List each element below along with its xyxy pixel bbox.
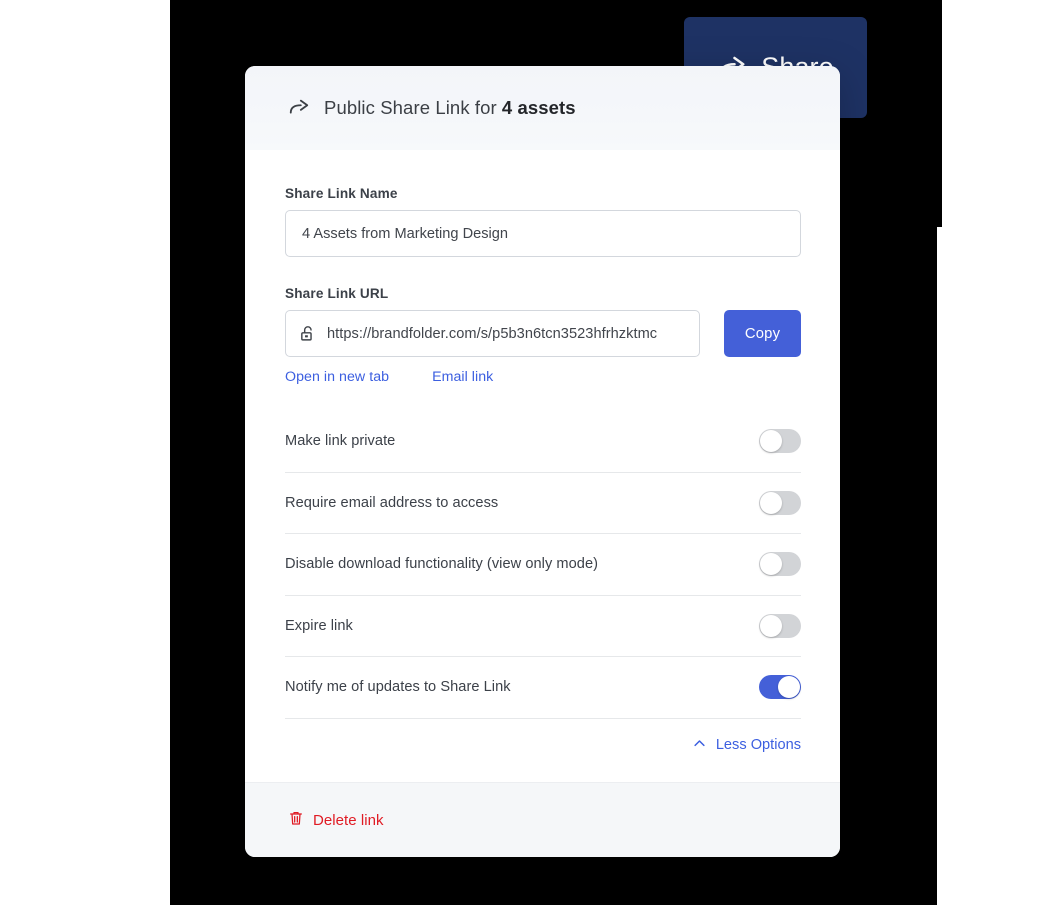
chevron-up-icon bbox=[692, 736, 707, 755]
toggle-label-notify-updates: Notify me of updates to Share Link bbox=[285, 679, 511, 696]
share-link-dialog: Public Share Link for 4 assets Share Link… bbox=[245, 66, 840, 857]
toggle-label-disable-download: Disable download functionality (view onl… bbox=[285, 556, 599, 573]
toggle-label-make-link-private: Make link private bbox=[285, 433, 396, 450]
dialog-title-prefix: Public Share Link for bbox=[324, 97, 497, 118]
share-link-url-label: Share Link URL bbox=[285, 286, 389, 301]
share-link-url-field-group: Share Link URL https://brandfolder.com/s… bbox=[285, 286, 801, 385]
toggle-row-notify-updates: Notify me of updates to Share Link bbox=[285, 657, 801, 719]
dialog-footer: Delete link bbox=[245, 782, 840, 857]
dialog-header: Public Share Link for 4 assets bbox=[245, 66, 840, 150]
toggle-row-expire-link: Expire link bbox=[285, 596, 801, 657]
toggle-knob bbox=[760, 430, 782, 453]
inline-links: Open in new tab Email link bbox=[285, 369, 801, 385]
toggle-notify-updates[interactable] bbox=[759, 675, 801, 700]
less-options-row: Less Options bbox=[285, 719, 801, 755]
share-link-url-row: https://brandfolder.com/s/p5b3n6tcn3523h… bbox=[285, 310, 801, 357]
email-link[interactable]: Email link bbox=[432, 369, 493, 385]
toggle-require-email[interactable] bbox=[759, 490, 801, 515]
delete-link-label: Delete link bbox=[313, 811, 384, 829]
toggle-label-require-email: Require email address to access bbox=[285, 494, 499, 511]
dialog-title: Public Share Link for 4 assets bbox=[324, 97, 576, 119]
share-link-name-label: Share Link Name bbox=[285, 186, 398, 201]
toggle-make-link-private[interactable] bbox=[759, 429, 801, 454]
toggle-disable-download[interactable] bbox=[759, 552, 801, 577]
dialog-body: Share Link Name 4 Assets from Marketing … bbox=[245, 150, 840, 782]
share-link-name-input[interactable]: 4 Assets from Marketing Design bbox=[285, 210, 801, 257]
delete-link-button[interactable]: Delete link bbox=[288, 810, 384, 830]
dialog-title-asset-count: 4 assets bbox=[501, 97, 576, 118]
share-link-name-field-group: Share Link Name 4 Assets from Marketing … bbox=[285, 186, 801, 257]
toggle-expire-link[interactable] bbox=[759, 613, 801, 638]
less-options-button[interactable]: Less Options bbox=[692, 736, 801, 755]
toggle-row-disable-download: Disable download functionality (view onl… bbox=[285, 534, 801, 596]
unlocked-padlock-icon bbox=[299, 325, 316, 342]
trash-icon bbox=[288, 810, 304, 830]
toggle-knob bbox=[760, 491, 782, 514]
toggle-knob bbox=[778, 676, 800, 699]
toggle-row-require-email: Require email address to access bbox=[285, 473, 801, 534]
share-link-url-value: https://brandfolder.com/s/p5b3n6tcn3523h… bbox=[327, 325, 658, 342]
share-arrow-icon bbox=[288, 97, 310, 119]
share-link-url-input[interactable]: https://brandfolder.com/s/p5b3n6tcn3523h… bbox=[285, 310, 700, 357]
toggle-label-expire-link: Expire link bbox=[285, 617, 353, 634]
toggle-knob bbox=[760, 614, 782, 637]
toggle-row-make-link-private: Make link private bbox=[285, 411, 801, 473]
less-options-label: Less Options bbox=[715, 737, 801, 753]
copy-button[interactable]: Copy bbox=[724, 310, 801, 357]
open-in-new-tab-link[interactable]: Open in new tab bbox=[285, 369, 389, 385]
toggle-list: Make link private Require email address … bbox=[285, 411, 801, 719]
toggle-knob bbox=[760, 553, 782, 576]
